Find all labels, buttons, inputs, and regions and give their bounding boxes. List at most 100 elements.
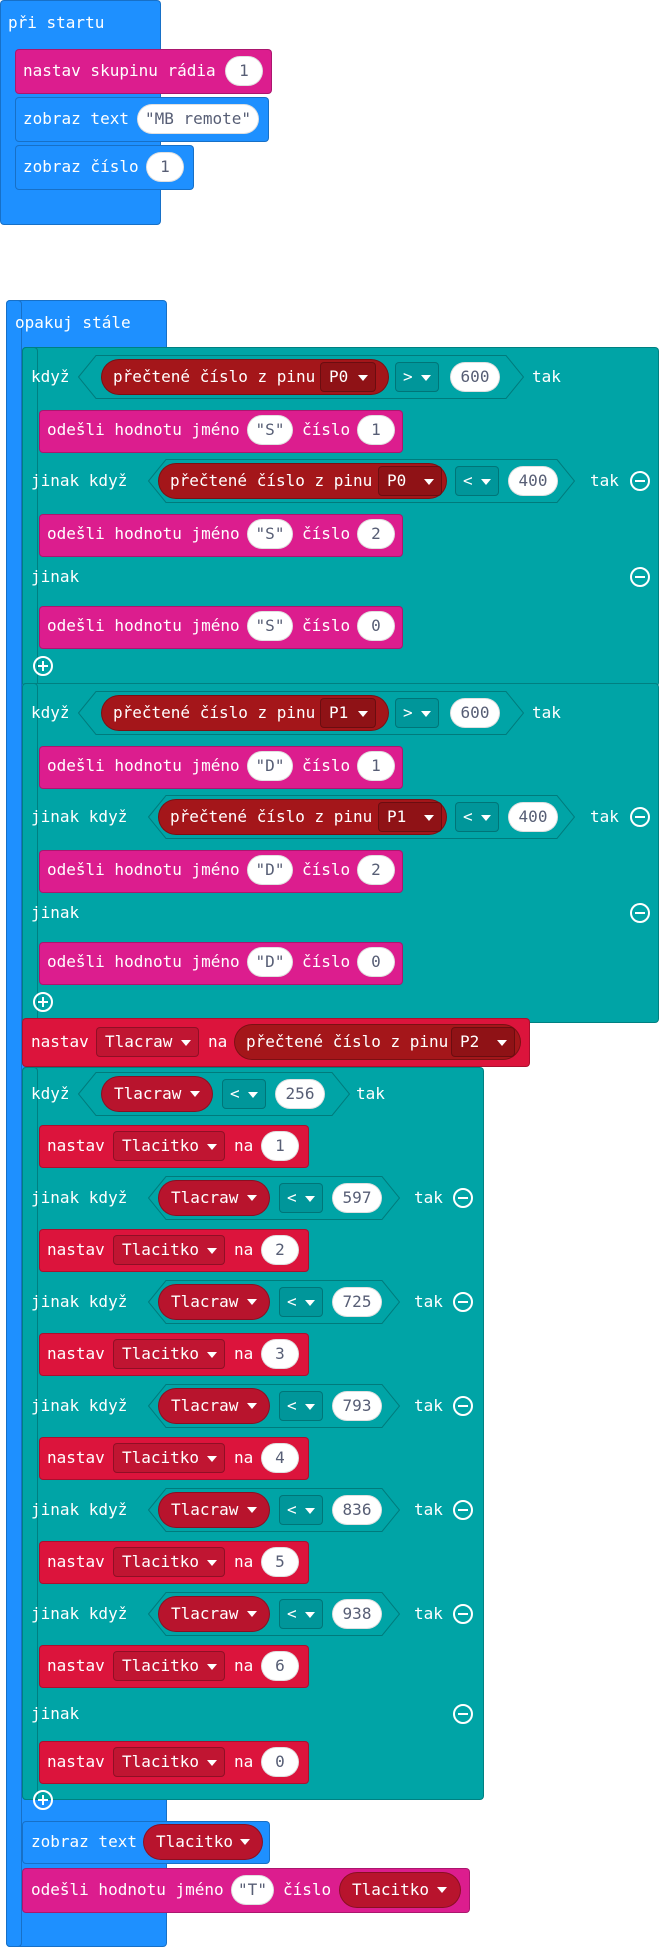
- p0-if-spine[interactable]: [22, 347, 38, 687]
- button-remove-elseif-1-icon[interactable]: [453, 1188, 473, 1208]
- set-tlacitko-2-dropdown[interactable]: Tlacitko: [113, 1339, 225, 1369]
- p1-remove-else-icon[interactable]: [630, 903, 650, 923]
- p0-then-label: tak: [532, 367, 561, 386]
- button-cond-1-variable-caret: [244, 1183, 264, 1213]
- button-cond-1-value[interactable]: 597: [332, 1183, 382, 1213]
- p0-1-send-value-label: odešli hodnotu jméno: [47, 420, 240, 439]
- button-cond-0-variable-caret: [187, 1079, 207, 1109]
- p0-c1-value[interactable]: 600: [450, 362, 500, 392]
- tlacraw-pin-dropdown[interactable]: P2: [451, 1027, 515, 1057]
- p0-c2-value[interactable]: 400: [508, 466, 558, 496]
- button-cond-4-variable-label: Tlacraw: [171, 1500, 239, 1519]
- set-tlacitko-else-dropdown[interactable]: Tlacitko: [113, 1747, 225, 1777]
- radio-group-field[interactable]: 1: [225, 56, 263, 86]
- show-number-field[interactable]: 1: [146, 152, 184, 182]
- p0-2-send-number-field[interactable]: 2: [357, 519, 395, 549]
- p0-c1-pin-dropdown[interactable]: P0: [320, 362, 376, 392]
- set-tlacitko-4-value[interactable]: 5: [261, 1547, 299, 1577]
- set-tlacitko-1-value[interactable]: 2: [261, 1235, 299, 1265]
- button-cond-0-op[interactable]: <: [222, 1079, 266, 1109]
- p1-2-send-name-field[interactable]: "D": [247, 855, 293, 885]
- p1-1-send-number-label: číslo: [302, 756, 351, 775]
- button-cond-1-op-label: <: [287, 1188, 297, 1207]
- set-tlacitko-5-value[interactable]: 6: [261, 1651, 299, 1681]
- p0-3-send-name-field[interactable]: "S": [247, 611, 293, 641]
- p1-3-send-number-field[interactable]: 0: [357, 947, 395, 977]
- p1-add-branch-icon[interactable]: [33, 992, 53, 1012]
- p1-c1-op[interactable]: >: [395, 698, 439, 728]
- set-tlacitko-2-to-label: na: [234, 1344, 254, 1363]
- p1-c2-pin-dropdown[interactable]: P1: [378, 802, 442, 832]
- p0-c1-op-label: >: [403, 367, 413, 386]
- p1-c1-pin-dropdown[interactable]: P1: [320, 698, 376, 728]
- p0-c1-op[interactable]: >: [395, 362, 439, 392]
- p0-c2-op-caret-icon: [481, 479, 491, 485]
- set-tlacitko-0-dropdown-caret-icon: [207, 1144, 217, 1150]
- set-tlacitko-5-dropdown[interactable]: Tlacitko: [113, 1651, 225, 1681]
- button-cond-5-op[interactable]: <: [279, 1599, 323, 1629]
- p0-remove-elseif-icon[interactable]: [630, 471, 650, 491]
- button-remove-elseif-2-icon[interactable]: [453, 1292, 473, 1312]
- button-cond-5-value[interactable]: 938: [332, 1599, 382, 1629]
- button-cond-1-op[interactable]: <: [279, 1183, 323, 1213]
- button-cond-2-value[interactable]: 725: [332, 1287, 382, 1317]
- set-tlacitko-0-value[interactable]: 1: [261, 1131, 299, 1161]
- button-elseif-2-then-label: tak: [414, 1292, 443, 1311]
- p0-3-send-value-label: odešli hodnotu jméno: [47, 616, 240, 635]
- button-remove-elseif-3-icon[interactable]: [453, 1396, 473, 1416]
- button-cond-3-op[interactable]: <: [279, 1391, 323, 1421]
- p0-add-branch-icon[interactable]: [33, 656, 53, 676]
- p1-1-send-name-field[interactable]: "D": [247, 751, 293, 781]
- p1-c2-op[interactable]: <: [455, 802, 499, 832]
- p1-remove-elseif-icon[interactable]: [630, 807, 650, 827]
- button-if-label: když: [31, 1084, 70, 1103]
- p0-c2-op[interactable]: <: [455, 466, 499, 496]
- button-cond-4-op[interactable]: <: [279, 1495, 323, 1525]
- p1-1-send-number-field[interactable]: 1: [357, 751, 395, 781]
- p1-2-send-number-field[interactable]: 2: [357, 855, 395, 885]
- set-tlacitko-3-dropdown-label: Tlacitko: [122, 1448, 200, 1467]
- set-tlacitko-1-dropdown[interactable]: Tlacitko: [113, 1235, 225, 1265]
- forever-body-spine[interactable]: [6, 300, 22, 1947]
- set-tlacitko-3-dropdown[interactable]: Tlacitko: [113, 1443, 225, 1473]
- p1-if-spine[interactable]: [22, 683, 38, 1023]
- p0-2-send-name-field[interactable]: "S": [247, 519, 293, 549]
- p1-c2-value[interactable]: 400: [508, 802, 558, 832]
- makecode-workspace: při startu nastav skupinu rádia 1 zobraz te…: [0, 0, 659, 1947]
- send-tlacitko-caret-icon: [437, 1887, 447, 1893]
- p0-remove-else-icon[interactable]: [630, 567, 650, 587]
- send-tlacitko-name-field[interactable]: "T": [231, 1875, 274, 1905]
- p0-c1-read-pin-label: přečtené číslo z pinu: [113, 367, 316, 386]
- set-tlacitko-2-value[interactable]: 3: [261, 1339, 299, 1369]
- show-text-field[interactable]: "MB remote": [137, 104, 259, 134]
- p1-c1-pin-dropdown-label: P1: [329, 703, 349, 722]
- button-cond-0-value[interactable]: 256: [275, 1079, 325, 1109]
- set-tlacitko-3-value[interactable]: 4: [261, 1443, 299, 1473]
- p1-c2-pin-dropdown-caret-icon: [424, 815, 434, 821]
- button-cond-5-variable-label: Tlacraw: [171, 1604, 239, 1623]
- button-cond-3-value[interactable]: 793: [332, 1391, 382, 1421]
- set-tlacraw-to-label: na: [208, 1032, 228, 1051]
- button-cond-3-variable-caret: [244, 1391, 264, 1421]
- set-tlacitko-2-dropdown-label: Tlacitko: [122, 1344, 200, 1363]
- p0-1-send-number-field[interactable]: 1: [357, 415, 395, 445]
- p1-c1-value[interactable]: 600: [450, 698, 500, 728]
- button-add-branch-icon[interactable]: [33, 1790, 53, 1810]
- button-remove-elseif-5-icon[interactable]: [453, 1604, 473, 1624]
- button-remove-else-icon[interactable]: [453, 1704, 473, 1724]
- p0-c2-pin-dropdown[interactable]: P0: [378, 466, 442, 496]
- p0-1-send-name-field[interactable]: "S": [247, 415, 293, 445]
- set-tlacitko-else-value[interactable]: 0: [261, 1747, 299, 1777]
- p0-c1-pin-dropdown-caret-icon: [358, 375, 368, 381]
- set-tlacitko-else-to-label: na: [234, 1752, 254, 1771]
- button-cond-2-op[interactable]: <: [279, 1287, 323, 1317]
- p1-3-send-name-field[interactable]: "D": [247, 947, 293, 977]
- set-tlacitko-4-dropdown[interactable]: Tlacitko: [113, 1547, 225, 1577]
- on-start-header: při startu: [8, 13, 105, 32]
- button-cond-4-value[interactable]: 836: [332, 1495, 382, 1525]
- set-tlacraw-variable-dropdown[interactable]: Tlacraw: [96, 1027, 199, 1057]
- set-tlacitko-0-dropdown[interactable]: Tlacitko: [113, 1131, 225, 1161]
- button-remove-elseif-4-icon[interactable]: [453, 1500, 473, 1520]
- p0-3-send-number-field[interactable]: 0: [357, 611, 395, 641]
- button-if-spine[interactable]: [22, 1067, 38, 1800]
